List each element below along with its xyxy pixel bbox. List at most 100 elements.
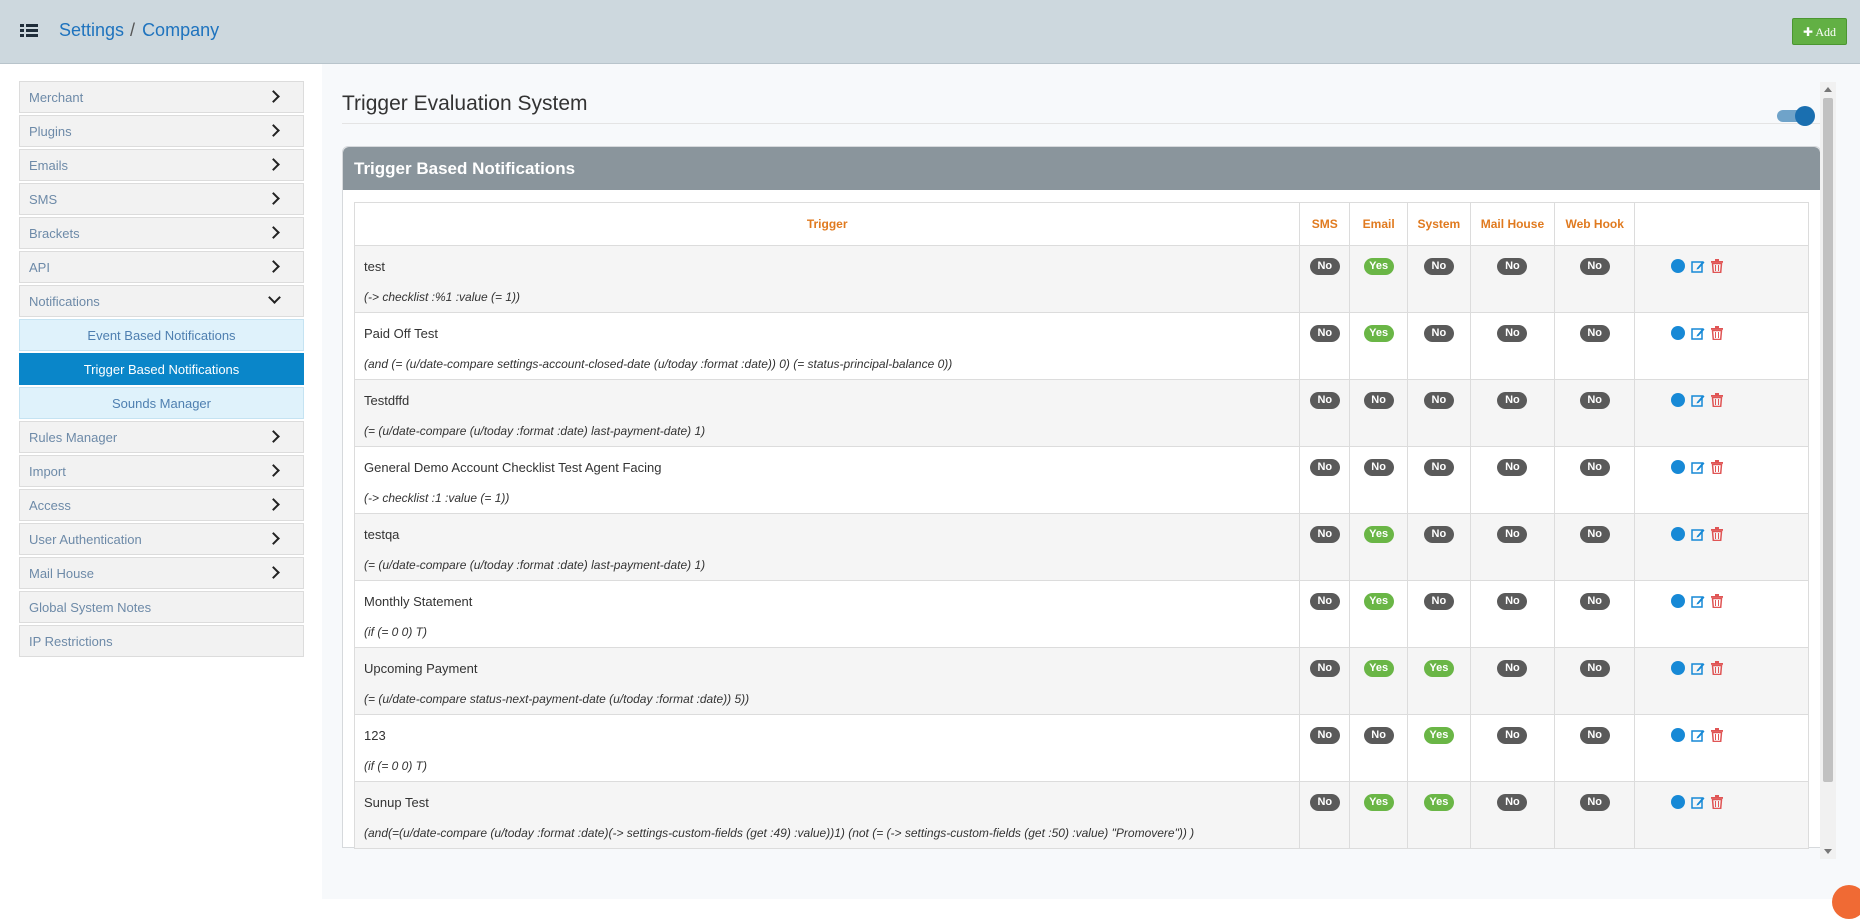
delete-icon[interactable] [1711,526,1724,541]
status-badge: No [1579,593,1610,610]
chevron-right-icon [267,158,280,171]
edit-icon[interactable] [1691,393,1705,407]
flag-cell: Yes [1349,312,1409,380]
flag-cell: No [1299,580,1351,648]
flag-cell: No [1469,714,1556,782]
menu-icon[interactable] [20,24,38,38]
actions-cell [1634,446,1809,514]
panel-title: Trigger Based Notifications [343,147,1820,190]
view-icon[interactable] [1671,526,1686,541]
edit-icon[interactable] [1691,594,1705,608]
status-badge: Yes [1423,794,1454,811]
chevron-right-icon [267,124,280,137]
trigger-expression: (-> checklist :1 :value (= 1)) [364,491,510,505]
trigger-system-toggle[interactable] [1777,106,1815,126]
view-icon[interactable] [1671,794,1686,809]
status-badge: No [1309,325,1340,342]
actions-cell [1634,245,1809,313]
breadcrumb-company[interactable]: Company [142,20,219,40]
delete-icon[interactable] [1711,325,1724,340]
sidebar-item-rules-manager[interactable]: Rules Manager [19,421,304,453]
sidebar-item-merchant[interactable]: Merchant [19,81,304,113]
actions-cell [1634,580,1809,648]
table-row: Testdffd (= (u/date-compare (u/today :for… [353,379,1809,447]
sidebar-item-label: IP Restrictions [29,634,113,649]
delete-icon[interactable] [1711,727,1724,742]
edit-icon[interactable] [1691,259,1705,273]
trigger-cell: Sunup Test (and(=(u/date-compare (u/today… [353,781,1301,849]
trigger-name: testqa [364,527,400,542]
trigger-cell: Paid Off Test (and (= (u/date-compare set… [353,312,1301,380]
flag-cell: No [1469,647,1556,715]
flag-cell: No [1407,245,1471,313]
sidebar-item-sms[interactable]: SMS [19,183,304,215]
flag-cell: No [1299,312,1351,380]
flag-cell: No [1407,580,1471,648]
view-icon[interactable] [1671,325,1686,340]
sidebar-item-label: Notifications [29,294,100,309]
trigger-name: Upcoming Payment [364,661,478,676]
status-badge: No [1497,258,1528,275]
sidebar-item-plugins[interactable]: Plugins [19,115,304,147]
view-icon[interactable] [1671,392,1686,407]
sidebar-item-import[interactable]: Import [19,455,304,487]
trigger-notifications-panel: Trigger Based Notifications Trigger SMS Em… [342,146,1821,849]
page-scrollbar[interactable] [1820,82,1836,859]
sidebar-item-ip-restrictions[interactable]: IP Restrictions [19,625,304,657]
sidebar-item-label: Import [29,464,66,479]
flag-cell: No [1554,446,1636,514]
scroll-up-arrow-icon[interactable] [1824,87,1832,92]
sidebar-subitem-trigger-based-notifications[interactable]: Trigger Based Notifications [19,353,304,385]
chat-widget-icon[interactable] [1832,885,1860,919]
flag-cell: No [1554,379,1636,447]
sidebar-item-global-system-notes[interactable]: Global System Notes [19,591,304,623]
edit-icon[interactable] [1691,326,1705,340]
sidebar-item-api[interactable]: API [19,251,304,283]
sidebar-item-access[interactable]: Access [19,489,304,521]
status-badge: No [1579,258,1610,275]
scroll-down-arrow-icon[interactable] [1824,849,1832,854]
delete-icon[interactable] [1711,459,1724,474]
edit-icon[interactable] [1691,795,1705,809]
sidebar-item-notifications[interactable]: Notifications [19,285,304,317]
breadcrumb-settings[interactable]: Settings [59,20,124,40]
sidebar-subitem-event-based-notifications[interactable]: Event Based Notifications [19,319,304,351]
sidebar-item-label: Brackets [29,226,80,241]
view-icon[interactable] [1671,593,1686,608]
flag-cell: No [1554,580,1636,648]
delete-icon[interactable] [1711,392,1724,407]
status-badge: No [1497,794,1528,811]
status-badge: No [1363,392,1394,409]
sidebar-subitem-sounds-manager[interactable]: Sounds Manager [19,387,304,419]
delete-icon[interactable] [1711,660,1724,675]
delete-icon[interactable] [1711,258,1724,273]
flag-cell: Yes [1407,781,1471,849]
status-badge: Yes [1363,526,1394,543]
sidebar-item-user-authentication[interactable]: User Authentication [19,523,304,555]
actions-cell [1634,781,1809,849]
edit-icon[interactable] [1691,661,1705,675]
delete-icon[interactable] [1711,593,1724,608]
edit-icon[interactable] [1691,460,1705,474]
view-icon[interactable] [1671,660,1686,675]
view-icon[interactable] [1671,459,1686,474]
flag-cell: No [1554,513,1636,581]
flag-cell: No [1299,245,1351,313]
flag-cell: Yes [1349,513,1409,581]
sidebar-item-emails[interactable]: Emails [19,149,304,181]
scroll-thumb[interactable] [1823,98,1833,782]
trigger-name: Testdffd [364,393,410,408]
sidebar-item-brackets[interactable]: Brackets [19,217,304,249]
table-row: Sunup Test (and(=(u/date-compare (u/today… [353,781,1809,849]
view-icon[interactable] [1671,727,1686,742]
edit-icon[interactable] [1691,728,1705,742]
flag-cell: No [1554,714,1636,782]
edit-icon[interactable] [1691,527,1705,541]
delete-icon[interactable] [1711,794,1724,809]
view-icon[interactable] [1671,258,1686,273]
sidebar-item-mail-house[interactable]: Mail House [19,557,304,589]
status-badge: No [1497,325,1528,342]
top-bar: Settings / Company ✚ Add [0,0,1860,64]
add-button[interactable]: ✚ Add [1791,18,1847,45]
sidebar-item-label: Emails [29,158,69,173]
